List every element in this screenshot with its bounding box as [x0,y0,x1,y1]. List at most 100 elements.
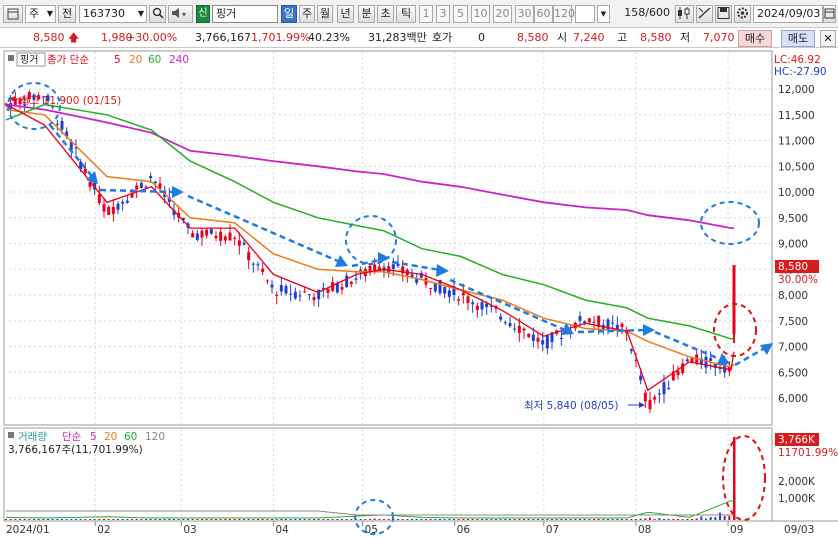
custom-interval-input[interactable] [575,5,595,23]
chevron-down-icon: ▼ [137,9,144,18]
high-annotation-text: 최고 11,900 (01/15) [20,95,121,107]
volume-bar [135,519,138,520]
interval-60-button[interactable]: 60 [534,5,553,23]
stock-name-field[interactable]: 핑거 [212,5,278,23]
volume-bar [299,519,301,520]
buy-button[interactable]: 매수 [738,30,772,47]
volume-bar [611,519,614,520]
hoga-value: 0 [478,31,485,44]
market-selector[interactable]: 주 ▼ [25,5,56,23]
high-annotation: 최고 11,900 (01/15) [9,95,121,107]
y-tick-label: 12,000 [778,84,815,96]
panel-menu-icon[interactable] [8,432,14,438]
date-input[interactable]: 2024/09/03 [753,5,823,23]
volume-bar [243,519,245,520]
hoga-price: 8,580 [517,31,549,44]
vol-legend-20: 20 [104,431,117,443]
period-tick-button[interactable]: 틱 [396,5,416,23]
save-icon[interactable] [715,5,732,23]
panel-menu-icon[interactable] [8,55,14,61]
price-chart[interactable]: 핑거 종가 단순 5 20 60 240 LC:46.92 HC:-27.90 … [0,48,838,541]
period-month-button[interactable]: 월 [317,5,333,23]
period-minute-button[interactable]: 분 [358,5,375,23]
volume-bar [308,519,311,520]
candle-body [261,268,265,272]
chart-type-icon[interactable] [3,5,23,23]
candle-body [205,229,209,236]
period-day-button[interactable]: 일 [281,5,297,23]
price-panel-frame [3,50,773,426]
volume-bar [383,519,385,520]
volume-bar [681,519,684,520]
volume-bar [177,519,180,520]
volume-bar [387,519,390,520]
sell-button[interactable]: 매도 [781,30,815,47]
gear-icon[interactable] [734,5,751,23]
interval-120-button[interactable]: 120 [553,5,575,23]
interval-20-button[interactable]: 20 [493,5,512,23]
candle-body [499,316,503,320]
close-icon[interactable]: ✕ [820,30,836,47]
chart-window: 주 ▼ 전 163730 ▼ ▾ 신 핑거 일 주 월 년 분 초 틱 1 3 … [0,0,838,541]
period-year-button[interactable]: 년 [337,5,354,23]
diagonal-icon[interactable] [696,5,713,23]
volume-bar [415,519,418,520]
candle-body [447,290,451,297]
y-tick-label: 9,000 [778,239,808,251]
interval-5-button[interactable]: 5 [453,5,468,23]
interval-1-button[interactable]: 1 [419,5,433,23]
volume-bar [401,519,404,520]
volume-bar [289,519,292,520]
candle-body [508,323,512,327]
low-annotation-text: 최저 5,840 (08/05) [524,400,619,412]
volume-bar [19,519,21,520]
volume-bar [107,519,110,520]
calendar-icon[interactable] [823,5,836,23]
volume-bar [705,518,707,520]
candlestick-icon[interactable] [675,5,694,23]
current-volume-ratio: 11701.99% [778,447,838,459]
volume-bar [625,519,628,520]
candle-body [125,200,129,203]
count-display[interactable]: 158/600 [614,5,672,23]
candle-body [289,293,293,295]
candle-body [60,121,64,130]
candle-body [275,295,279,297]
x-tick-label: 09 [730,524,743,536]
volume-bar [154,519,157,520]
chevron-down-icon[interactable]: ▼ [597,5,610,23]
stock-code-input[interactable]: 163730 ▼ [79,5,147,23]
candle-body [587,318,591,323]
candle-body [97,194,101,204]
interval-10-button[interactable]: 10 [471,5,490,23]
volume-bar [425,519,427,520]
volume-bar [537,519,539,520]
candle-body [247,252,251,261]
volume-bar [551,519,553,520]
period-week-button[interactable]: 주 [299,5,315,23]
volume-bar [481,519,483,520]
search-icon[interactable] [149,5,166,23]
volume-bar [280,519,283,520]
volume-bar [406,519,409,520]
period-second-button[interactable]: 초 [377,5,394,23]
interval-3-button[interactable]: 3 [436,5,450,23]
volume-bar [709,517,712,520]
candle-body [265,280,269,282]
candle-body [121,201,125,204]
volume-bar [485,519,488,520]
volume-bar [79,519,82,520]
candle-body [303,291,307,293]
candle-body [233,237,237,239]
volume-bar [504,519,507,520]
speaker-icon[interactable]: ▾ [168,5,193,23]
x-tick-label: 03 [183,524,196,536]
volume-bar [509,519,511,520]
volume-bar [145,519,147,520]
volume-bar [56,519,59,520]
volume-bar [653,519,656,520]
volume-bar [677,519,679,520]
volume-legend-label: 단순 [62,431,82,443]
interval-30-button[interactable]: 30 [515,5,534,23]
history-button[interactable]: 전 [58,5,76,23]
